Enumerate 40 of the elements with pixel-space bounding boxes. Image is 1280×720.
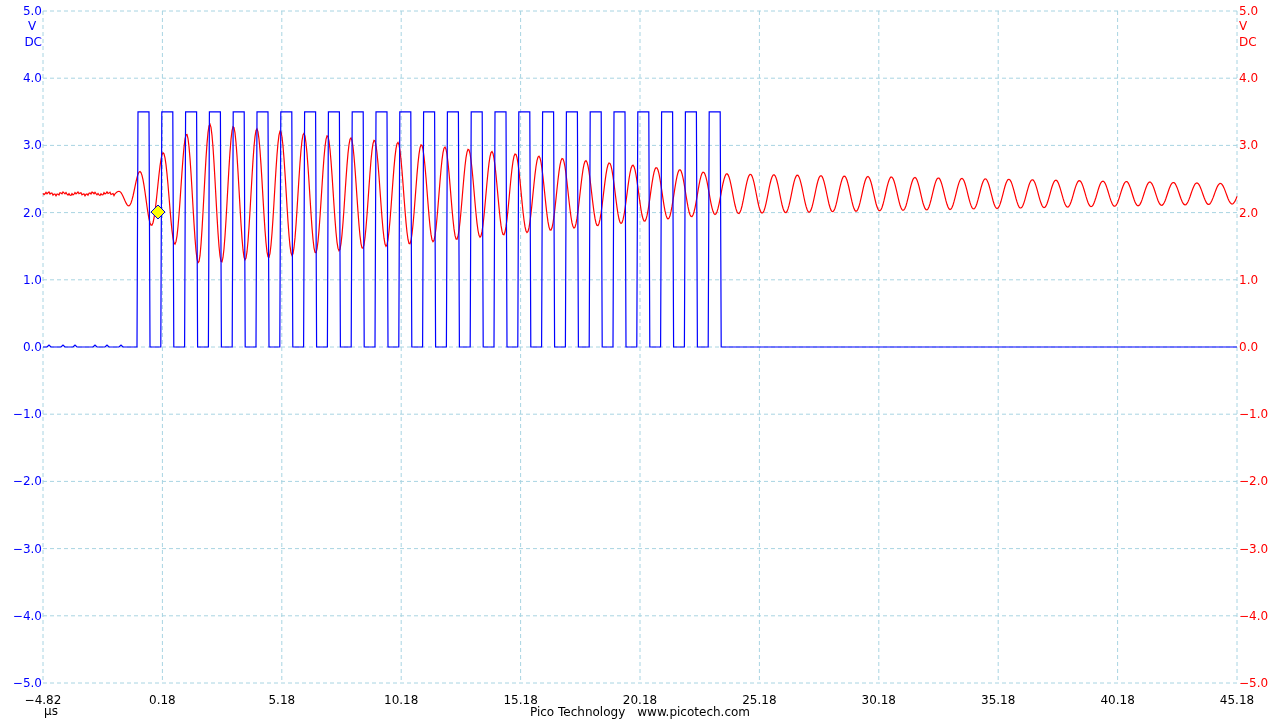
unit-label: V (28, 19, 37, 33)
axis-label: −3.0 (12, 541, 42, 556)
coupling-label: DC (24, 35, 42, 49)
axis-label: 25.18 (742, 693, 777, 707)
axis-label: 0.18 (149, 693, 176, 707)
axis-label: 0.0 (1239, 340, 1259, 354)
axis-label: 1.0 (22, 272, 42, 287)
axis-label: 2.0 (1239, 205, 1259, 220)
axis-label: 5.0 (1239, 4, 1259, 18)
axis-label: 4.0 (1239, 71, 1259, 86)
axis-label: −4.0 (12, 608, 42, 623)
axis-label: −4.0 (1239, 608, 1269, 623)
axis-label: 10.18 (384, 693, 419, 707)
axis-label: 0.0 (22, 340, 42, 354)
axis-label: 4.0 (22, 71, 42, 86)
axis-label: −1.0 (12, 407, 42, 422)
coupling-label: DC (1239, 35, 1257, 49)
unit-label: µs (44, 704, 58, 718)
axis-label: 1.0 (1239, 272, 1259, 287)
axis-label: −3.0 (1239, 541, 1269, 556)
axis-label: −4.82 (24, 693, 62, 707)
axis-label: 2.0 (22, 205, 42, 220)
axis-label: −1.0 (1239, 407, 1269, 422)
axis-label: 40.18 (1100, 693, 1135, 707)
axis-label: 15.18 (503, 693, 538, 707)
trigger-marker-icon (150, 204, 166, 220)
axis-label: −2.0 (1239, 474, 1269, 489)
axis-label: 45.18 (1219, 693, 1255, 707)
axis-label: 5.18 (268, 693, 296, 707)
axis-label: −2.0 (12, 474, 42, 489)
axis-label: 3.0 (22, 138, 42, 153)
axis-label: 30.18 (861, 693, 896, 707)
footer-text: Pico Technology www.picotech.com (529, 705, 751, 719)
unit-label: V (1239, 19, 1248, 33)
axis-label: 35.18 (981, 693, 1016, 707)
axis-label: −5.0 (12, 676, 42, 690)
axis-label: 5.0 (22, 4, 42, 18)
axis-label: 20.18 (622, 693, 658, 707)
axis-label: −5.0 (1239, 676, 1269, 690)
axis-label: 3.0 (1239, 138, 1259, 153)
